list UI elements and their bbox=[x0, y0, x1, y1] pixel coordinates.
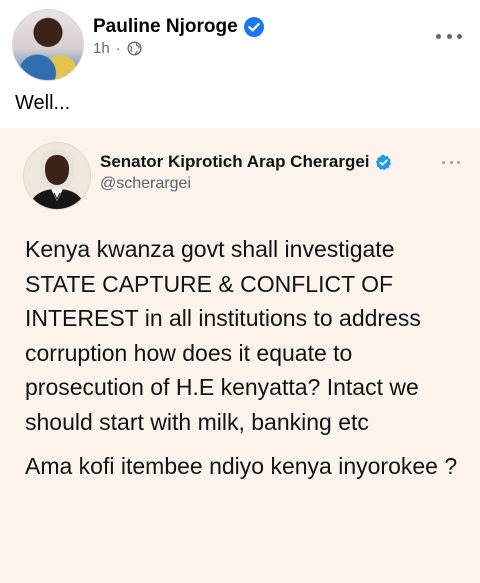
post-header: Pauline Njoroge 1h · bbox=[0, 0, 480, 90]
meta-separator: · bbox=[115, 39, 121, 57]
tweet-paragraph-1: Kenya kwanza govt shall investigate STAT… bbox=[25, 236, 421, 435]
more-options-icon bbox=[436, 33, 441, 39]
post-more-options-button[interactable] bbox=[436, 26, 462, 46]
tweet-author-name[interactable]: Senator Kiprotich Arap Cherargei bbox=[100, 152, 370, 172]
tweet-verified-icon bbox=[375, 154, 391, 170]
post-time[interactable]: 1h bbox=[93, 40, 110, 57]
tweet-more-icon bbox=[442, 160, 445, 164]
tweet-name-row: Senator Kiprotich Arap Cherargei bbox=[100, 152, 392, 172]
post-caption: Well... bbox=[15, 92, 71, 114]
tweet-author-handle[interactable]: @scherargei bbox=[100, 175, 191, 193]
author-name[interactable]: Pauline Njoroge bbox=[93, 16, 238, 38]
author-row: Pauline Njoroge bbox=[93, 14, 264, 40]
embedded-tweet[interactable]: Senator Kiprotich Arap Cherargei @schera… bbox=[0, 128, 480, 583]
tweet-author-avatar[interactable] bbox=[23, 142, 91, 210]
tweet-more-options-button[interactable] bbox=[442, 158, 460, 166]
post-meta: 1h · bbox=[93, 38, 142, 58]
author-avatar[interactable] bbox=[12, 9, 84, 81]
globe-icon bbox=[127, 40, 142, 56]
tweet-text: Kenya kwanza govt shall investigate STAT… bbox=[25, 232, 465, 484]
tweet-paragraph-2: Ama kofi itembee ndiyo kenya inyorokee ? bbox=[25, 453, 458, 479]
verified-badge-icon bbox=[243, 17, 264, 37]
